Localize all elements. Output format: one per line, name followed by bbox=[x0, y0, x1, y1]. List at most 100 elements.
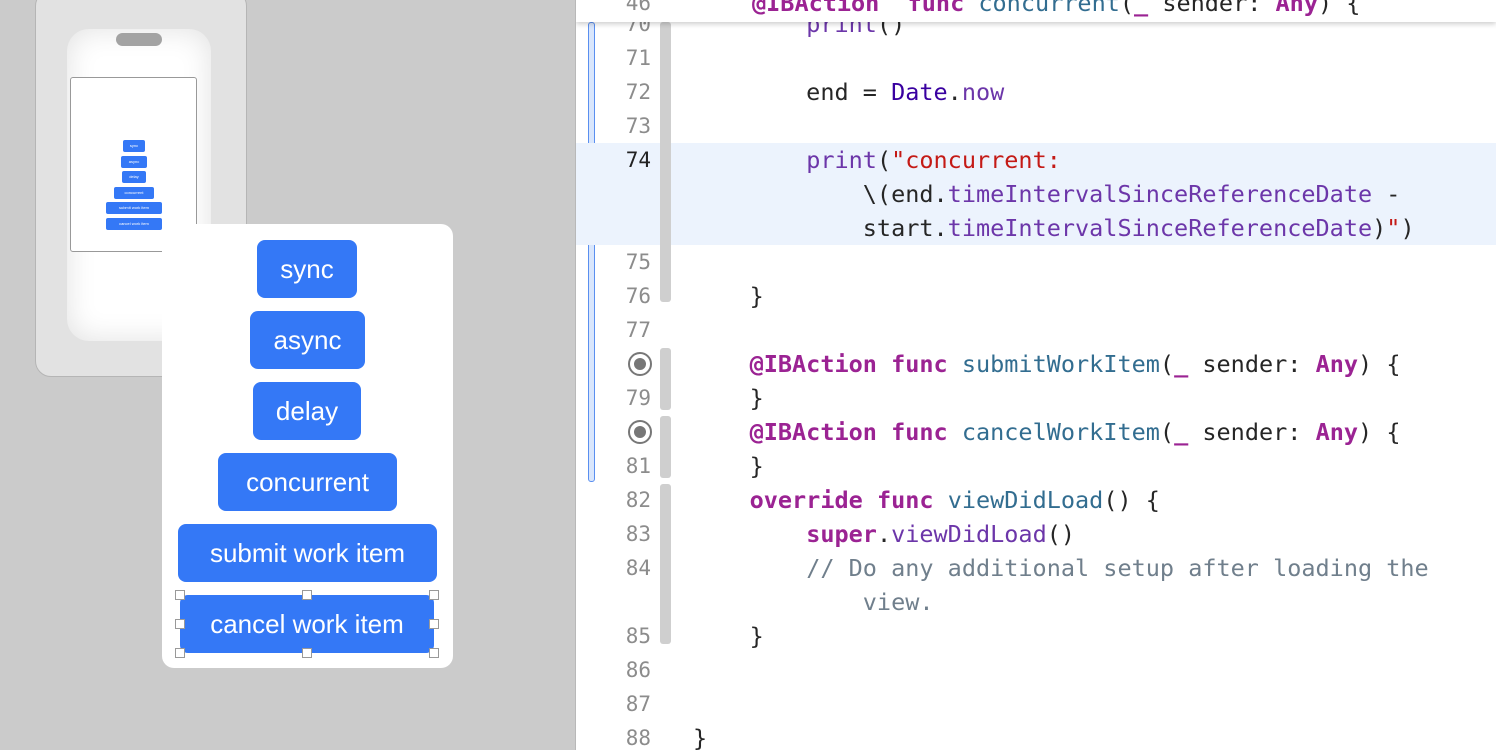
code-text: } bbox=[693, 619, 764, 653]
resize-handle[interactable] bbox=[429, 619, 439, 629]
code-fold-ribbon[interactable] bbox=[660, 22, 671, 302]
button-delay[interactable]: delay bbox=[253, 382, 361, 440]
code-token: override bbox=[749, 486, 863, 514]
code-line[interactable]: 75 bbox=[576, 245, 1496, 279]
interface-builder-canvas: sync async delay concurrent submit work item… bbox=[0, 0, 575, 750]
button-async[interactable]: async bbox=[250, 311, 365, 369]
line-number[interactable]: 87 bbox=[576, 687, 651, 721]
view-controller-scene[interactable]: sync async delay concurrent submit work item… bbox=[162, 224, 453, 668]
dynamic-island bbox=[116, 33, 162, 46]
line-number[interactable]: 88 bbox=[576, 721, 651, 750]
resize-handle[interactable] bbox=[429, 590, 439, 600]
code-token: concurrent bbox=[978, 0, 1120, 17]
button-concurrent[interactable]: concurrent bbox=[218, 453, 397, 511]
code-token: _ bbox=[1174, 350, 1189, 378]
line-number[interactable]: 82 bbox=[576, 483, 651, 517]
code-token: func bbox=[891, 418, 948, 446]
code-line[interactable]: 71 bbox=[576, 41, 1496, 75]
button-sync[interactable]: sync bbox=[257, 240, 357, 298]
line-number[interactable]: 71 bbox=[576, 41, 651, 75]
code-line[interactable]: 82 override func viewDidLoad() { bbox=[576, 483, 1496, 517]
resize-handle[interactable] bbox=[175, 648, 185, 658]
code-line[interactable]: 85 } bbox=[576, 619, 1496, 653]
code-token: } bbox=[693, 622, 764, 650]
line-number[interactable]: 86 bbox=[576, 653, 651, 687]
code-line[interactable]: 77 bbox=[576, 313, 1496, 347]
code-line[interactable]: 86 bbox=[576, 653, 1496, 687]
line-number[interactable]: 73 bbox=[576, 109, 651, 143]
code-token: submitWorkItem bbox=[961, 350, 1160, 378]
mini-button-async: async bbox=[121, 155, 147, 168]
code-token: } bbox=[693, 452, 764, 480]
resize-handle[interactable] bbox=[175, 590, 185, 600]
code-line[interactable]: @IBAction func cancelWorkItem(_ sender: … bbox=[576, 415, 1496, 449]
resize-handle[interactable] bbox=[429, 648, 439, 658]
code-token: ( bbox=[1159, 350, 1175, 378]
code-token: \(end. bbox=[693, 180, 948, 208]
line-number[interactable]: 83 bbox=[576, 517, 651, 551]
resize-handle[interactable] bbox=[175, 619, 185, 629]
code-line[interactable]: 87 bbox=[576, 687, 1496, 721]
code-line[interactable]: 76 } bbox=[576, 279, 1496, 313]
mini-button-concurrent: concurrent bbox=[114, 186, 154, 199]
sticky-code: @IBAction func concurrent(_ sender: Any)… bbox=[752, 0, 1360, 20]
button-cancel-work-item[interactable]: cancel work item bbox=[180, 595, 434, 653]
ibaction-connection-icon[interactable] bbox=[628, 352, 652, 376]
resize-handle[interactable] bbox=[302, 648, 312, 658]
code-token: Any bbox=[1275, 0, 1318, 17]
code-fold-ribbon[interactable] bbox=[660, 348, 671, 410]
mini-button-cancel-work-item: cancel work item bbox=[106, 217, 162, 230]
code-fold-ribbon[interactable] bbox=[660, 484, 671, 644]
code-line[interactable]: @IBAction func submitWorkItem(_ sender: … bbox=[576, 347, 1496, 381]
line-number[interactable]: 85 bbox=[576, 619, 651, 653]
code-line[interactable]: 74 print("concurrent: bbox=[576, 143, 1496, 177]
line-number[interactable]: 81 bbox=[576, 449, 651, 483]
code-token: func bbox=[891, 350, 948, 378]
line-number[interactable]: 72 bbox=[576, 75, 651, 109]
code-editor[interactable]: 70 print() 71 72 end = Date.now 73 74 print(… bbox=[576, 0, 1496, 750]
resize-handle[interactable] bbox=[302, 590, 312, 600]
code-line[interactable]: start.timeIntervalSinceReferenceDate)") bbox=[576, 211, 1496, 245]
code-line[interactable]: 83 super.viewDidLoad() bbox=[576, 517, 1496, 551]
ibaction-connection-icon[interactable] bbox=[628, 420, 652, 444]
code-token: sender: bbox=[1188, 418, 1316, 446]
code-text: } bbox=[693, 381, 764, 415]
line-number: 46 bbox=[625, 0, 651, 15]
code-token: start. bbox=[693, 214, 948, 242]
code-line[interactable]: 84 // Do any additional setup after load… bbox=[576, 551, 1496, 585]
code-text: end = Date.now bbox=[693, 75, 1004, 109]
code-line[interactable]: 72 end = Date.now bbox=[576, 75, 1496, 109]
line-number[interactable]: 84 bbox=[576, 551, 651, 585]
line-number[interactable]: 76 bbox=[576, 279, 651, 313]
code-token: @IBAction bbox=[749, 418, 877, 446]
code-token: view. bbox=[862, 588, 934, 616]
mini-button-submit-work-item: submit work item bbox=[105, 202, 163, 214]
code-token: ) { bbox=[1358, 418, 1401, 446]
code-line[interactable]: 79 } bbox=[576, 381, 1496, 415]
code-text: view. bbox=[693, 585, 934, 619]
code-token: timeIntervalSinceReferenceDate bbox=[947, 214, 1373, 242]
code-token: () bbox=[1046, 520, 1076, 548]
code-text: start.timeIntervalSinceReferenceDate)") bbox=[693, 211, 1415, 245]
code-token: } bbox=[693, 384, 764, 412]
code-line[interactable]: view. bbox=[576, 585, 1496, 619]
code-line[interactable]: 88} bbox=[576, 721, 1496, 750]
line-number[interactable]: 79 bbox=[576, 381, 651, 415]
button-submit-work-item[interactable]: submit work item bbox=[178, 524, 437, 582]
line-number[interactable]: 74 bbox=[576, 143, 651, 177]
code-line[interactable]: 73 bbox=[576, 109, 1496, 143]
line-number[interactable]: 77 bbox=[576, 313, 651, 347]
code-fold-ribbon[interactable] bbox=[660, 416, 671, 478]
code-line[interactable]: \(end.timeIntervalSinceReferenceDate - bbox=[576, 177, 1496, 211]
sticky-function-header[interactable]: 46 @IBAction func concurrent(_ sender: An… bbox=[576, 0, 1496, 22]
line-number[interactable]: 75 bbox=[576, 245, 651, 279]
code-line[interactable]: 81 } bbox=[576, 449, 1496, 483]
